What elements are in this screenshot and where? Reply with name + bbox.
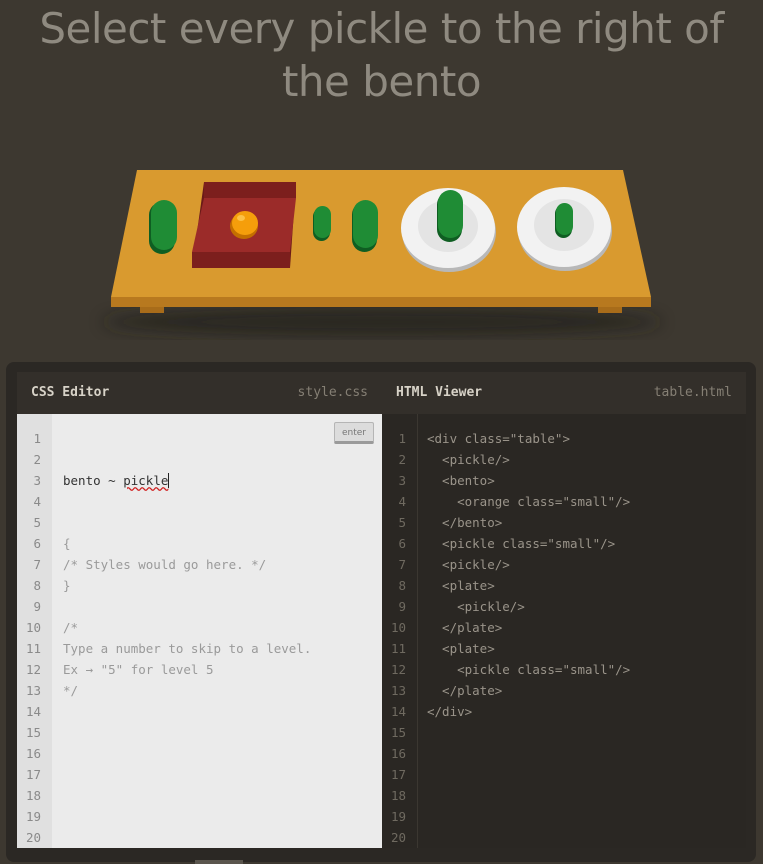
css_editor-line-number: 8: [33, 578, 41, 593]
html_viewer-line-number: 12: [390, 662, 406, 677]
css_editor-line-number: 17: [25, 767, 41, 782]
css-code-line: {: [63, 536, 71, 551]
html-code-line: </plate>: [427, 683, 503, 698]
css-editor[interactable]: 1 2 3 4 5 6 7 8 9 10 11 12 13 14 15 16 17 18 19 20 bento ~ …: [17, 414, 382, 848]
html-code: <div class="table"> <pickle/> <bento> <o…: [427, 428, 630, 722]
css_editor-line-number: 19: [25, 809, 41, 824]
css-editor-header: CSS Editor style.css: [17, 372, 382, 414]
html_viewer-line-number: 20: [390, 830, 406, 845]
html-viewer-title: HTML Viewer: [396, 385, 483, 400]
css_editor-line-number: 16: [25, 746, 41, 761]
html_viewer-line-number: 14: [390, 704, 406, 719]
css-code-line: /* Styles would go here. */: [63, 557, 267, 572]
pickle[interactable]: [149, 200, 177, 254]
css_editor-line-number: 5: [33, 515, 41, 530]
html-line-numbers: 1 2 3 4 5 6 7 8 9 10 11 12 13 14 15 16 17 18 19 20: [382, 428, 406, 848]
html_viewer-line-number: 18: [390, 788, 406, 803]
html_viewer-line-number: 15: [390, 725, 406, 740]
css-code-line: /*: [63, 620, 79, 635]
selector-prefix: bento ~: [63, 473, 124, 488]
css-editor-title: CSS Editor: [31, 385, 110, 400]
html-code-line: <pickle/>: [427, 599, 525, 614]
css_editor-line-number: 14: [25, 704, 41, 719]
pickle[interactable]: [352, 200, 378, 252]
html_viewer-line-number: 7: [398, 557, 406, 572]
html-code-line: <bento>: [427, 473, 495, 488]
css-line-numbers: 1 2 3 4 5 6 7 8 9 10 11 12 13 14 15 16 17 18 19 20: [17, 428, 41, 848]
css_editor-line-number: 18: [25, 788, 41, 803]
html_viewer-line-number: 19: [390, 809, 406, 824]
html_viewer-line-number: 16: [390, 746, 406, 761]
css-code-line: [63, 596, 311, 617]
css_editor-line-number: 15: [25, 725, 41, 740]
html-code-line: <pickle class="small"/>: [427, 536, 616, 551]
editor-panel: CSS Editor style.css HTML Viewer table.h…: [6, 362, 756, 862]
css-code-line: Ex → "5" for level 5: [63, 662, 214, 677]
css_editor-line-number: 11: [25, 641, 41, 656]
level-instruction: Select every pickle to the right of the …: [39, 4, 724, 106]
css-filename: style.css: [297, 385, 368, 400]
html-code-line: <pickle/>: [427, 557, 510, 572]
css_editor-line-number: 9: [33, 599, 41, 614]
html-code-line: <orange class="small"/>: [427, 494, 631, 509]
html_viewer-line-number: 4: [398, 494, 406, 509]
table-scene: [0, 160, 763, 340]
html-code-line: <pickle class="small"/>: [427, 662, 631, 677]
css-code: bento ~ pickle { /* Styles would go here.…: [63, 428, 311, 743]
html_viewer-line-number: 11: [390, 641, 406, 656]
html_viewer-line-number: 8: [398, 578, 406, 593]
html_viewer-line-number: 10: [390, 620, 406, 635]
pickle-small[interactable]: [313, 206, 331, 241]
css-code-line: */: [63, 683, 79, 698]
html_viewer-line-number: 2: [398, 452, 406, 467]
css-comment-lines: { /* Styles would go here. */} /* Type a nu…: [63, 533, 311, 701]
css_editor-line-number: 1: [33, 431, 41, 446]
html-code-line: </plate>: [427, 620, 503, 635]
html-viewer: 1 2 3 4 5 6 7 8 9 10 11 12 13 14 15 16 17 18 19 20 <div cla…: [382, 414, 746, 848]
css_editor-line-number: 20: [25, 830, 41, 845]
css_editor-line-number: 6: [33, 536, 41, 551]
pickle-small[interactable]: [555, 203, 573, 238]
table-shadow: [102, 308, 662, 336]
html-code-line: </div>: [427, 704, 473, 719]
html_viewer-line-number: 13: [390, 683, 406, 698]
html_viewer-line-number: 17: [390, 767, 406, 782]
css-selector-input[interactable]: bento ~ pickle: [63, 470, 311, 491]
html-code-line: <plate>: [427, 578, 495, 593]
html_viewer-line-number: 5: [398, 515, 406, 530]
html_viewer-line-number: 9: [398, 599, 406, 614]
enter-button[interactable]: enter: [334, 422, 374, 444]
text-caret: [168, 473, 170, 488]
css_editor-line-number: 10: [25, 620, 41, 635]
css_editor-line-number: 4: [33, 494, 41, 509]
html-code-line: </bento>: [427, 515, 503, 530]
html_viewer-line-number: 3: [398, 473, 406, 488]
css_editor-line-number: 13: [25, 683, 41, 698]
css_editor-line-number: 7: [33, 557, 41, 572]
selector-word: pickle: [123, 473, 169, 488]
html-code-line: <div class="table">: [427, 431, 570, 446]
css-code-line: Type a number to skip to a level.: [63, 641, 312, 656]
scrollbar[interactable]: [195, 860, 243, 864]
css_editor-line-number: 2: [33, 452, 41, 467]
html_viewer-line-number: 1: [398, 431, 406, 446]
css_editor-line-number: 12: [25, 662, 41, 677]
html-filename: table.html: [653, 385, 732, 400]
pickle[interactable]: [437, 190, 463, 242]
css_editor-line-number: 3: [33, 473, 41, 488]
html_viewer-line-number: 6: [398, 536, 406, 551]
css-code-line: }: [63, 578, 71, 593]
html-code-line: <plate>: [427, 641, 495, 656]
html-code-line: <pickle/>: [427, 452, 510, 467]
html-viewer-header: HTML Viewer table.html: [382, 372, 746, 414]
